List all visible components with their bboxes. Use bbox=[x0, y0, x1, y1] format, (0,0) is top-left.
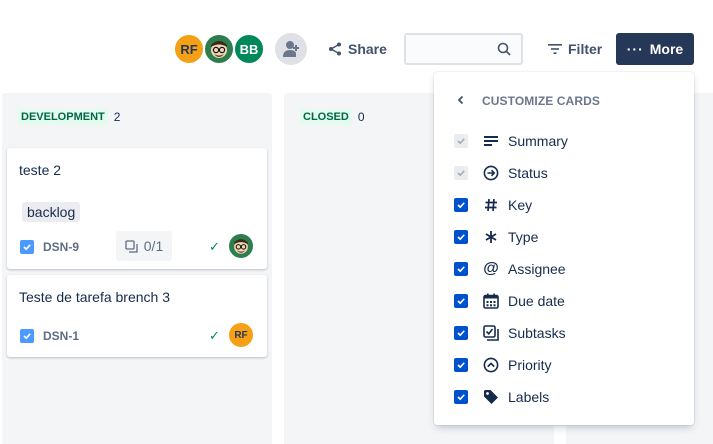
back-chevron-icon[interactable] bbox=[456, 92, 466, 110]
at-sign-icon: @ bbox=[483, 260, 499, 277]
column-issue-count: 0 bbox=[357, 110, 365, 124]
column-header: DEVELOPMENT 2 bbox=[18, 109, 120, 125]
add-people-button[interactable] bbox=[275, 33, 307, 65]
summary-lines-icon bbox=[482, 132, 500, 150]
share-label: Share bbox=[348, 41, 387, 57]
checkbox-type[interactable] bbox=[454, 230, 468, 244]
card-summary: Teste de tarefa brench 3 bbox=[19, 289, 170, 305]
subtasks-chip[interactable]: 0/1 bbox=[116, 231, 172, 261]
priority-chevron-icon bbox=[482, 356, 500, 374]
menu-item-priority[interactable]: Priority bbox=[454, 352, 684, 378]
issue-card[interactable]: Teste de tarefa brench 3 DSN-1 ✓ RF bbox=[7, 275, 267, 357]
checkbox-labels[interactable] bbox=[454, 390, 468, 404]
menu-item-type[interactable]: Type bbox=[454, 224, 684, 250]
card-label-badge: backlog bbox=[22, 202, 81, 222]
checkbox-key[interactable] bbox=[454, 198, 468, 212]
column-status-lozenge: DEVELOPMENT bbox=[18, 109, 108, 125]
status-arrow-circle-icon bbox=[482, 164, 500, 182]
column-header: CLOSED 0 bbox=[300, 109, 365, 125]
filter-icon bbox=[548, 44, 562, 54]
menu-item-labels[interactable]: Labels bbox=[454, 384, 684, 410]
tag-icon bbox=[482, 388, 500, 406]
search-input[interactable] bbox=[406, 35, 496, 63]
card-issue-key[interactable]: DSN-9 bbox=[43, 240, 79, 254]
menu-item-summary[interactable]: Summary bbox=[454, 128, 684, 154]
checkbox-summary bbox=[454, 134, 468, 148]
issue-card[interactable]: teste 2 backlog DSN-9 0/1 ✓ bbox=[7, 148, 267, 269]
add-user-icon bbox=[283, 41, 299, 57]
more-button[interactable]: ··· More bbox=[616, 33, 694, 65]
checkbox-assignee[interactable] bbox=[454, 262, 468, 276]
search-icon bbox=[497, 42, 511, 61]
menu-item-key[interactable]: Key bbox=[454, 192, 684, 218]
card-summary: teste 2 bbox=[19, 162, 62, 178]
filter-label: Filter bbox=[568, 41, 603, 57]
menu-item-status[interactable]: Status bbox=[454, 160, 684, 186]
share-icon bbox=[329, 42, 341, 56]
checkbox-due-date[interactable] bbox=[454, 294, 468, 308]
card-issue-key[interactable]: DSN-1 bbox=[43, 329, 79, 343]
subtasks-count: 0/1 bbox=[143, 238, 164, 254]
subtasks-icon bbox=[125, 239, 138, 253]
avatar-rf[interactable]: RF bbox=[173, 33, 205, 65]
face-icon bbox=[211, 41, 227, 58]
column-issue-count: 2 bbox=[113, 110, 121, 124]
avatar-user-face[interactable] bbox=[203, 33, 235, 65]
checkbox-status bbox=[454, 166, 468, 180]
ellipsis-icon: ··· bbox=[626, 41, 644, 57]
menu-item-assignee[interactable]: @ Assignee bbox=[454, 256, 684, 282]
checkbox-subtasks[interactable] bbox=[454, 326, 468, 340]
share-button[interactable]: Share bbox=[328, 36, 387, 62]
menu-header: CUSTOMIZE CARDS bbox=[456, 92, 600, 110]
filter-button[interactable]: Filter bbox=[548, 36, 602, 62]
assignee-avatar[interactable]: RF bbox=[229, 323, 253, 347]
menu-item-subtasks[interactable]: Subtasks bbox=[454, 320, 684, 346]
hash-icon bbox=[482, 196, 500, 214]
menu-title: CUSTOMIZE CARDS bbox=[482, 94, 600, 108]
task-type-icon bbox=[20, 329, 34, 343]
search-field[interactable] bbox=[404, 33, 523, 65]
column-development: DEVELOPMENT 2 teste 2 backlog DSN-9 0/1 … bbox=[2, 93, 272, 444]
done-check-icon: ✓ bbox=[209, 239, 220, 254]
calendar-icon bbox=[482, 292, 500, 310]
avatar-bb[interactable]: BB bbox=[233, 33, 265, 65]
subtasks-icon bbox=[482, 324, 500, 342]
menu-item-due-date[interactable]: Due date bbox=[454, 288, 684, 314]
assignee-avatar[interactable] bbox=[229, 234, 253, 258]
face-icon bbox=[234, 239, 248, 254]
done-check-icon: ✓ bbox=[209, 328, 220, 343]
column-status-lozenge: CLOSED bbox=[300, 109, 352, 125]
asterisk-icon bbox=[482, 228, 500, 246]
checkbox-priority[interactable] bbox=[454, 358, 468, 372]
customize-cards-menu: CUSTOMIZE CARDS Summary Status Key Type … bbox=[434, 72, 694, 425]
task-type-icon bbox=[20, 240, 34, 254]
more-label: More bbox=[649, 41, 684, 57]
